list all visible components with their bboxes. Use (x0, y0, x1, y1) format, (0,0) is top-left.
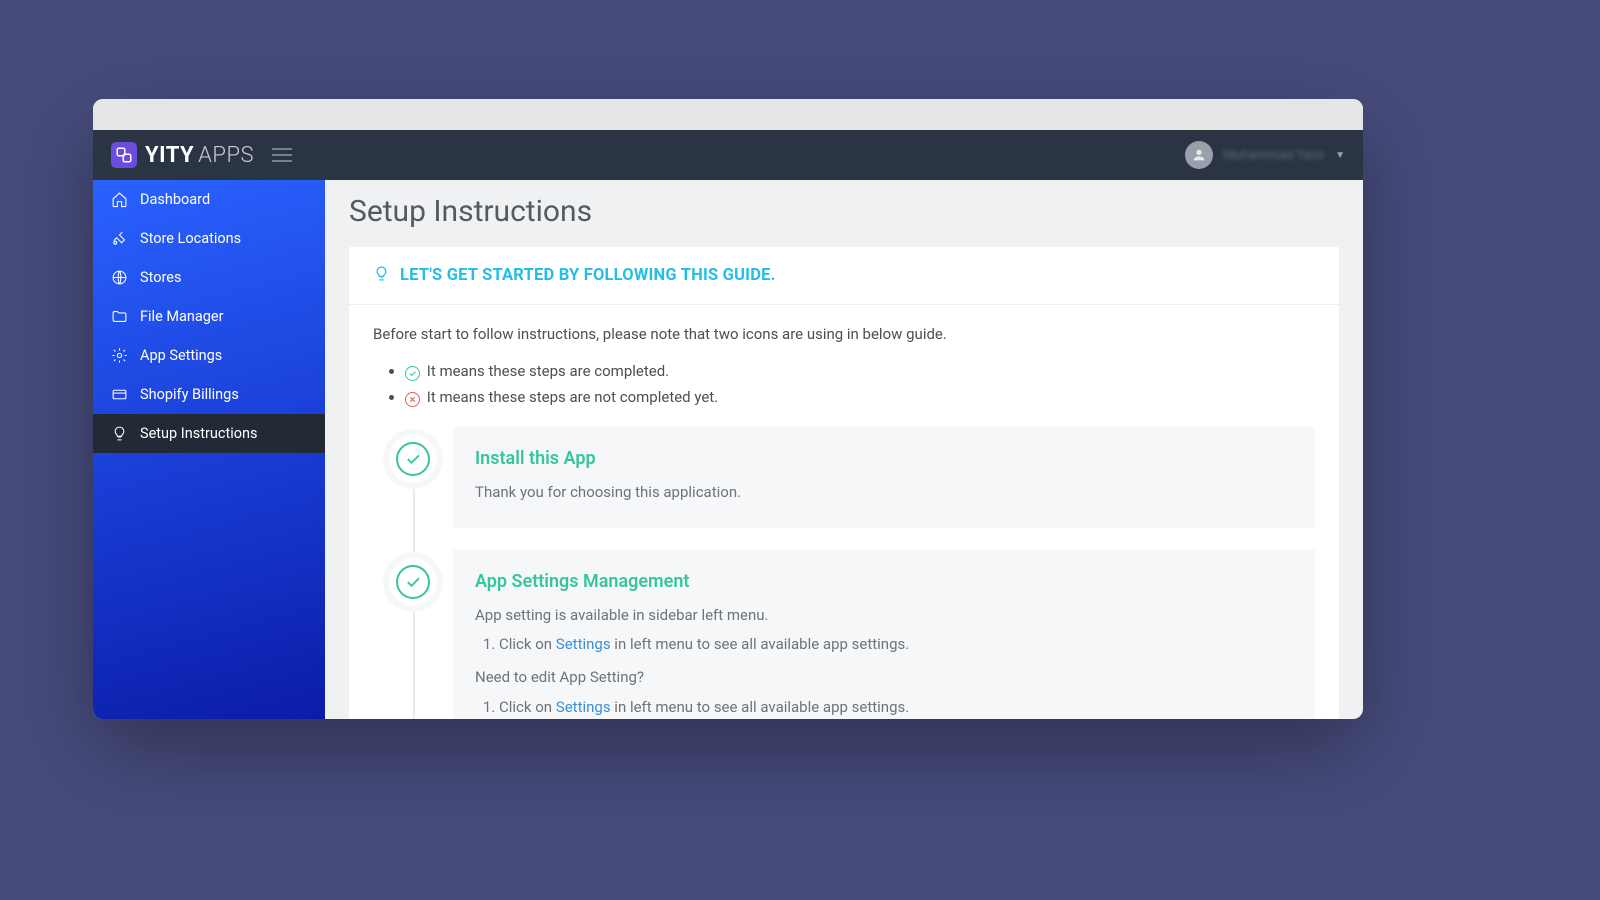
user-menu[interactable]: Muhammad Yasir ▼ (1185, 141, 1345, 169)
banner-text: LET'S GET STARTED BY FOLLOWING THIS GUID… (400, 266, 776, 285)
legend-not-completed: It means these steps are not completed y… (405, 386, 1315, 409)
avatar-icon (1185, 141, 1213, 169)
brand-bold: YITY (145, 143, 194, 168)
sidebar-item-label: Shopify Billings (140, 386, 239, 403)
settings-link[interactable]: Settings (556, 635, 611, 653)
settings-link[interactable]: Settings (556, 698, 611, 716)
brand-logo[interactable]: YITY APPS (111, 142, 254, 168)
legend-list: It means these steps are completed. It m… (373, 360, 1315, 409)
step-body: Thank you for choosing this application. (475, 481, 1293, 504)
intro-text: Before start to follow instructions, ple… (373, 323, 1315, 346)
step-app-settings: App Settings Management App setting is a… (453, 550, 1315, 719)
sidebar-item-label: Stores (140, 269, 181, 286)
sidebar-item-file-manager[interactable]: File Manager (93, 297, 325, 336)
logo-icon (111, 142, 137, 168)
sidebar-item-label: Dashboard (140, 191, 210, 208)
step-title: App Settings Management (475, 568, 1293, 596)
step-line: App setting is available in sidebar left… (475, 604, 1293, 627)
chevron-down-icon: ▼ (1335, 150, 1345, 161)
cross-icon (405, 392, 420, 407)
brand-light: APPS (198, 143, 254, 168)
step-install-app: Install this App Thank you for choosing … (453, 427, 1315, 528)
app-window: YITY APPS Muhammad Yasir ▼ Dashboard (93, 99, 1363, 719)
username-label: Muhammad Yasir (1223, 148, 1325, 163)
sidebar-item-label: Setup Instructions (140, 425, 257, 442)
sidebar: Dashboard Store Locations Stores File Ma… (93, 180, 325, 719)
sidebar-item-label: App Settings (140, 347, 222, 364)
sidebar-item-app-settings[interactable]: App Settings (93, 336, 325, 375)
sidebar-item-setup-instructions[interactable]: Setup Instructions (93, 414, 325, 453)
sidebar-item-shopify-billings[interactable]: Shopify Billings (93, 375, 325, 414)
page-title: Setup Instructions (325, 180, 1363, 247)
legend-completed: It means these steps are completed. (405, 360, 1315, 383)
main-content: Setup Instructions LET'S GET STARTED BY … (325, 180, 1363, 719)
content-card: LET'S GET STARTED BY FOLLOWING THIS GUID… (349, 247, 1339, 719)
top-navbar: YITY APPS Muhammad Yasir ▼ (93, 130, 1363, 180)
sidebar-item-label: File Manager (140, 308, 224, 325)
step-marker (389, 435, 437, 483)
sidebar-item-label: Store Locations (140, 230, 241, 247)
steps-timeline: Install this App Thank you for choosing … (373, 427, 1315, 719)
window-titlebar (93, 99, 1363, 130)
step-line: Need to edit App Setting? (475, 666, 1293, 689)
step-substep: Click on Settings in left menu to see al… (499, 696, 1293, 719)
bulb-icon (373, 265, 390, 286)
sidebar-item-dashboard[interactable]: Dashboard (93, 180, 325, 219)
step-title: Install this App (475, 445, 1293, 473)
sidebar-item-store-locations[interactable]: Store Locations (93, 219, 325, 258)
step-substep: Click on Settings in left menu to see al… (499, 633, 1293, 656)
check-icon (405, 366, 420, 381)
check-circle-icon (396, 442, 430, 476)
step-marker (389, 558, 437, 606)
card-header: LET'S GET STARTED BY FOLLOWING THIS GUID… (349, 247, 1339, 305)
menu-toggle-icon[interactable] (272, 148, 292, 162)
sidebar-item-stores[interactable]: Stores (93, 258, 325, 297)
check-circle-icon (396, 565, 430, 599)
